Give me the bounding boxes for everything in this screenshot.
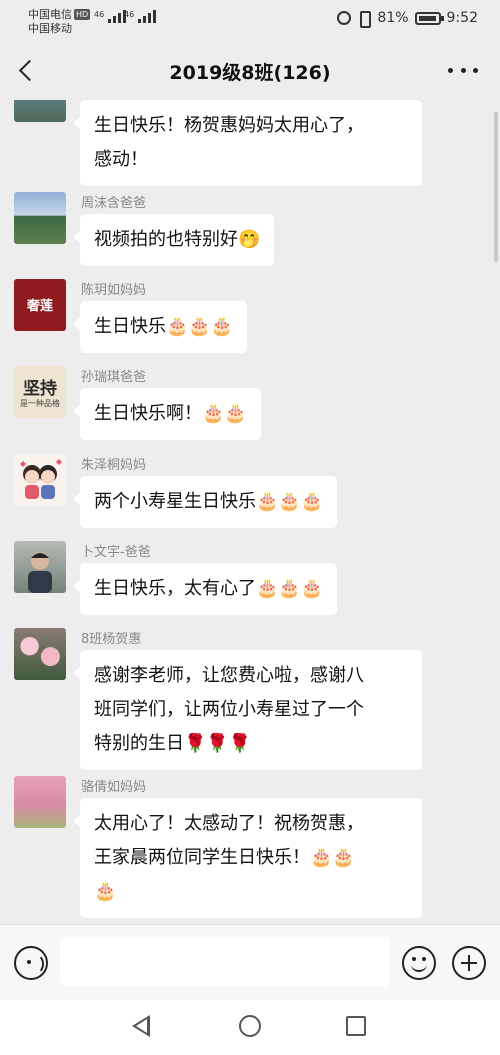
voice-icon[interactable] xyxy=(14,946,48,980)
message-line: 王家晨两位同学生日快乐！🎂🎂 xyxy=(94,847,355,868)
message-line: 生日快乐，太有心了🎂🎂🎂 xyxy=(94,578,324,599)
message-line: 感谢李老师，让您费心啦，感谢八 xyxy=(94,665,364,686)
system-nav-bar xyxy=(0,1000,500,1055)
battery-percent: 81% xyxy=(377,10,409,26)
message-line: 🎂 xyxy=(94,881,117,902)
sender-name: 骆倩如妈妈 xyxy=(81,780,147,795)
hd-badge: HD xyxy=(74,9,91,20)
message-line: 太用心了！太感动了！祝杨贺惠， xyxy=(94,813,364,834)
status-bar: 中国电信 HD 中国移动 46 46 81% 9:52 xyxy=(0,0,500,42)
message-line: 两个小寿星生日快乐🎂🎂🎂 xyxy=(94,491,324,512)
avatar-logo-subtext: 是一种品格 xyxy=(20,399,60,408)
sender-name: 朱泽桐妈妈 xyxy=(81,458,147,473)
message-bubble[interactable]: 生日快乐！杨贺惠妈妈太用心了， 感动！ xyxy=(73,100,422,186)
message-line: 生日快乐🎂🎂🎂 xyxy=(94,316,234,337)
avatar[interactable] xyxy=(14,454,66,506)
message-input[interactable] xyxy=(60,938,390,986)
nav-home-icon[interactable] xyxy=(239,1015,261,1037)
chat-header: 2019级8班(126) xyxy=(0,42,500,100)
battery-icon xyxy=(414,11,444,25)
sender-name: 周沫含爸爸 xyxy=(81,196,147,211)
sender-name: 卜文宇-爸爸 xyxy=(81,545,151,560)
nav-recents-icon[interactable] xyxy=(346,1016,366,1036)
vibrate-icon xyxy=(357,10,372,28)
avatar[interactable] xyxy=(14,628,66,680)
message-line: 特别的生日🌹🌹🌹 xyxy=(94,733,252,754)
message-bubble[interactable]: 生日快乐啊！🎂🎂 xyxy=(73,388,261,440)
carrier-info: 中国电信 HD 中国移动 xyxy=(28,8,91,36)
message-line: 视频拍的也特别好🤭 xyxy=(94,229,261,250)
signal-label: 46 xyxy=(124,10,135,19)
avatar-logo-text: 坚持 xyxy=(23,379,57,399)
page-title: 2019级8班(126) xyxy=(169,62,331,84)
message-bubble[interactable]: 生日快乐，太有心了🎂🎂🎂 xyxy=(72,563,338,615)
avatar[interactable] xyxy=(14,192,66,244)
avatar[interactable]: 奢莲 xyxy=(14,279,66,331)
avatar[interactable] xyxy=(14,541,66,593)
carrier-2: 中国移动 xyxy=(28,22,72,35)
message-line: 班同学们，让两位小寿星过了一个 xyxy=(94,699,364,720)
plus-icon[interactable] xyxy=(452,946,486,980)
signal-icon: 46 xyxy=(94,10,127,23)
message-bubble[interactable]: 两个小寿星生日快乐🎂🎂🎂 xyxy=(72,476,338,528)
message-bubble[interactable]: 太用心了！太感动了！祝杨贺惠， 王家晨两位同学生日快乐！🎂🎂 🎂 xyxy=(73,798,422,918)
sender-name: 8班杨贺惠 xyxy=(81,632,142,647)
avatar[interactable] xyxy=(14,776,66,828)
avatar[interactable]: 坚持 是一种品格 xyxy=(14,366,66,418)
message-line: 生日快乐！杨贺惠妈妈太用心了， xyxy=(94,115,364,136)
sender-name: 陈玥如妈妈 xyxy=(81,283,147,298)
message-line: 感动！ xyxy=(94,149,148,170)
clock: 9:52 xyxy=(446,10,478,26)
more-options-icon[interactable] xyxy=(448,58,478,82)
signal-label: 46 xyxy=(94,10,105,19)
nav-back-icon[interactable] xyxy=(132,1015,150,1037)
avatar-logo-text: 奢莲 xyxy=(26,299,53,314)
signal-icon: 46 xyxy=(124,10,157,23)
status-right: 81% 9:52 xyxy=(337,10,478,28)
carrier-1: 中国电信 xyxy=(28,8,72,21)
message-line: 生日快乐啊！🎂🎂 xyxy=(94,403,247,424)
alarm-icon xyxy=(337,11,352,25)
scrollbar[interactable] xyxy=(494,112,498,262)
message-bubble[interactable]: 感谢李老师，让您费心啦，感谢八 班同学们，让两位小寿星过了一个 特别的生日🌹🌹🌹 xyxy=(73,650,422,770)
sender-name: 孙瑞琪爸爸 xyxy=(81,370,147,385)
message-bubble[interactable]: 生日快乐🎂🎂🎂 xyxy=(72,301,248,353)
message-bubble[interactable]: 视频拍的也特别好🤭 xyxy=(72,214,275,266)
emoji-icon[interactable] xyxy=(402,946,436,980)
chat-input-bar xyxy=(0,924,500,1000)
